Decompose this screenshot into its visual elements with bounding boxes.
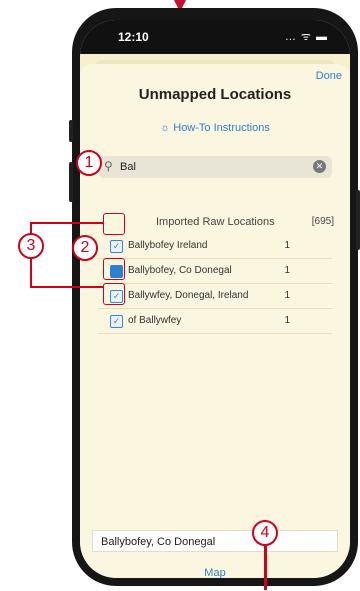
- clear-icon[interactable]: ✕: [313, 160, 326, 173]
- location-count: 1: [284, 315, 290, 326]
- location-name: of Ballywfey: [128, 315, 182, 326]
- list-item[interactable]: ✓ Ballywfey, Donegal, Ireland 1: [98, 284, 332, 309]
- list-item[interactable]: ✓ of Ballywfey 1: [98, 309, 332, 334]
- location-count: 1: [284, 290, 290, 301]
- search-bar[interactable]: ⚲ ✕: [98, 156, 332, 178]
- annotation-line: [30, 222, 104, 224]
- phone-side-button: [69, 120, 73, 142]
- location-name: Ballybofey Ireland: [128, 240, 208, 251]
- search-icon: ⚲: [104, 159, 113, 173]
- selected-location-field[interactable]: Ballybofey, Co Donegal: [92, 530, 338, 552]
- annotation-line: [264, 546, 267, 590]
- annotation-box-3: [103, 283, 125, 305]
- annotation-box-1: [103, 213, 125, 235]
- annotation-4: 4: [252, 520, 278, 546]
- list-header-label: Imported Raw Locations: [156, 216, 275, 228]
- status-icons: … ᯤ ▬: [284, 31, 328, 43]
- list-item[interactable]: Ballybofey, Co Donegal 1: [98, 259, 332, 284]
- status-time: 12:10: [118, 30, 149, 44]
- how-to-label: How-To Instructions: [173, 122, 270, 134]
- location-count: 1: [284, 240, 290, 251]
- annotation-1: 1: [76, 150, 102, 176]
- unmapped-locations-sheet: Done Unmapped Locations ☼ How-To Instruct…: [80, 64, 350, 578]
- annotation-3: 3: [18, 233, 44, 259]
- checkbox-icon[interactable]: ✓: [110, 315, 123, 328]
- checkbox-icon[interactable]: ✓: [110, 240, 123, 253]
- how-to-button[interactable]: ☼ How-To Instructions: [80, 122, 350, 134]
- annotation-2: 2: [72, 235, 98, 261]
- annotation-line: [30, 286, 104, 288]
- annotation-box-2: [103, 258, 125, 280]
- raw-locations-list: ✓ Ballybofey Ireland 1 Ballybofey, Co Do…: [98, 234, 332, 334]
- status-bar: 12:10 … ᯤ ▬: [80, 20, 350, 54]
- done-button[interactable]: Done: [316, 70, 342, 82]
- phone-power-button: [356, 190, 360, 250]
- phone-volume-button: [69, 162, 73, 202]
- location-name: Ballywfey, Donegal, Ireland: [128, 290, 249, 301]
- map-button[interactable]: Map: [80, 567, 350, 578]
- location-count: 1: [284, 265, 290, 276]
- list-item[interactable]: ✓ Ballybofey Ireland 1: [98, 234, 332, 259]
- search-input[interactable]: [120, 158, 300, 176]
- location-name: Ballybofey, Co Donegal: [128, 265, 232, 276]
- list-total-count: [695]: [311, 216, 334, 227]
- sun-icon: ☼: [160, 122, 171, 134]
- sheet-title: Unmapped Locations: [138, 86, 292, 103]
